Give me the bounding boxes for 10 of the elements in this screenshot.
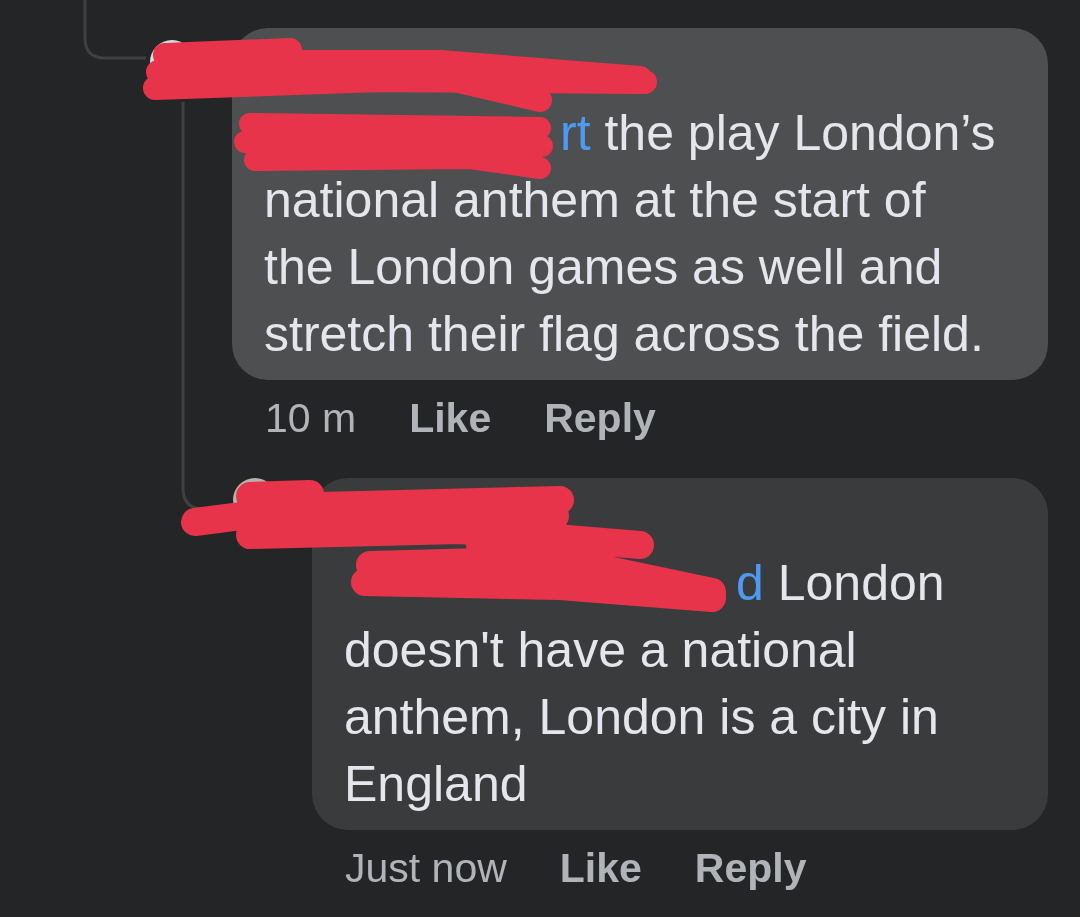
like-button[interactable]: Like (409, 394, 492, 443)
comment-text: rt the play London’s national anthem at the start of the London games as well and stretch their flag across the field. (264, 104, 997, 364)
thread-line (83, 0, 146, 60)
reply-button[interactable]: Reply (694, 844, 807, 893)
comment-text: d London doesn't have a national anthem, London is a city in England (344, 554, 946, 814)
comment-time: 10 m (265, 394, 357, 443)
like-button[interactable]: Like (559, 844, 642, 893)
mention-link[interactable]: d (736, 555, 764, 611)
comment-time: Just now (345, 844, 507, 893)
reply-button[interactable]: Reply (544, 394, 656, 443)
